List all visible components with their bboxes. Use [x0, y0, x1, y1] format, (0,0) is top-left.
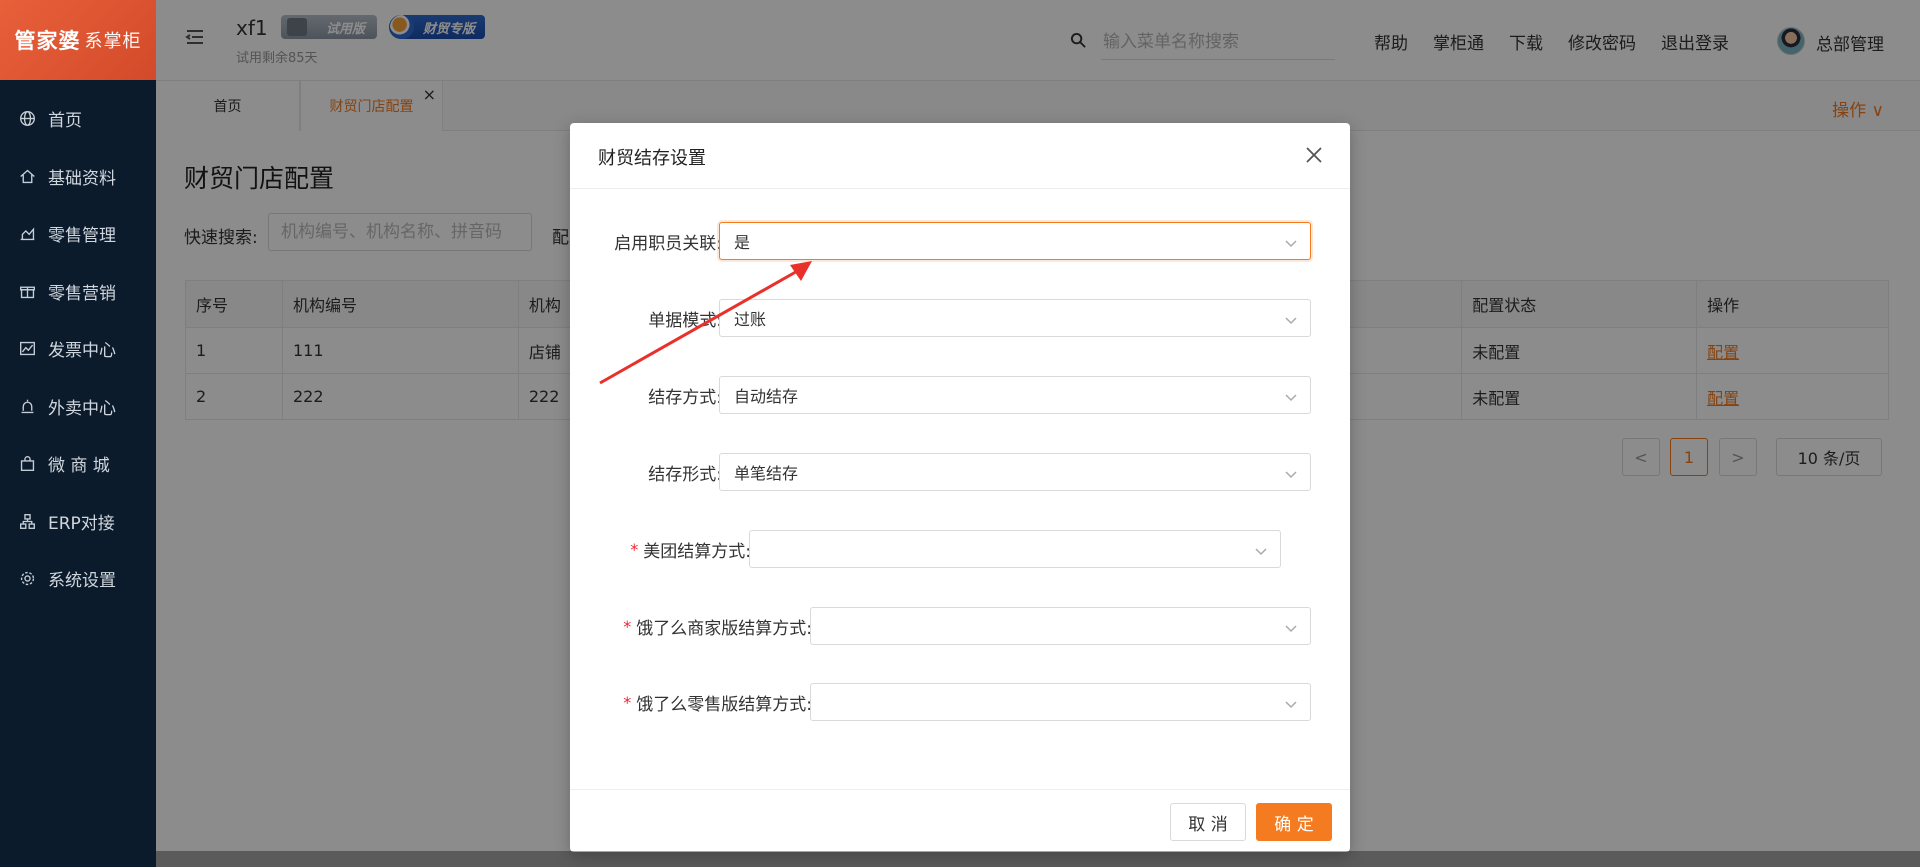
meituan-settlement-select[interactable]: [749, 530, 1281, 568]
chevron-down-icon: [1284, 620, 1298, 634]
sidebar-item-label: 微 商 城: [48, 456, 110, 477]
select-value: 单笔结存: [734, 464, 799, 483]
brand-logo[interactable]: 管家婆 系掌柜: [0, 0, 156, 80]
bag-icon: [18, 455, 36, 473]
sidebar-item-label: 基础资料: [48, 168, 116, 189]
field-label-text: 美团结算方式:: [643, 541, 751, 562]
sitemap-icon: [18, 512, 36, 530]
chevron-down-icon: [1284, 696, 1298, 710]
dialog-header: 财贸结存设置: [570, 123, 1350, 189]
settle-method-select[interactable]: 自动结存: [719, 376, 1311, 414]
sidebar-item-label: ERP对接: [48, 513, 115, 534]
eleme-merchant-settlement-select[interactable]: [810, 607, 1311, 645]
confirm-button[interactable]: 确 定: [1256, 803, 1332, 841]
form-row-meituan-settlement: * 美团结算方式:: [570, 530, 1350, 568]
chevron-down-icon: [1284, 312, 1298, 326]
logo-main-text: 管家婆: [14, 28, 81, 53]
dialog-title: 财贸结存设置: [598, 148, 706, 169]
field-label: * 饿了么零售版结算方式:: [590, 683, 812, 721]
select-value: 是: [734, 233, 751, 252]
chevron-down-icon: [1284, 389, 1298, 403]
sidebar-item-retail-management[interactable]: 零售管理: [0, 205, 156, 263]
sidebar-item-label: 零售营销: [48, 283, 116, 304]
settle-form-select[interactable]: 单笔结存: [719, 453, 1311, 491]
close-icon[interactable]: [1300, 141, 1328, 169]
sidebar-item-home[interactable]: 首页: [0, 90, 156, 148]
cancel-button[interactable]: 取 消: [1170, 803, 1246, 841]
sidebar-item-label: 零售管理: [48, 226, 116, 247]
field-label: * 美团结算方式:: [590, 530, 751, 568]
settlement-settings-dialog: 财贸结存设置 启用职员关联: 是 单据模式: 过账 结存方式: 自动结存 结存形…: [570, 123, 1350, 852]
form-row-staff-link: 启用职员关联: 是: [570, 222, 1350, 260]
field-label: 启用职员关联:: [614, 233, 722, 254]
form-row-eleme-merchant-settlement: * 饿了么商家版结算方式:: [570, 607, 1350, 645]
gift-icon: [18, 282, 36, 300]
sidebar-item-system-settings[interactable]: 系统设置: [0, 550, 156, 608]
select-value: 自动结存: [734, 387, 799, 406]
field-label: 单据模式:: [648, 310, 722, 331]
sidebar-item-label: 发票中心: [48, 341, 116, 362]
sidebar-item-label: 外卖中心: [48, 398, 116, 419]
sidebar-menu: 首页 基础资料 零售管理 零售营销 发票中心 外卖中心 微 商 城 ERP对接: [0, 90, 156, 608]
chevron-down-icon: [1284, 235, 1298, 249]
chevron-down-icon: [1254, 543, 1268, 557]
sidebar-item-erp[interactable]: ERP对接: [0, 493, 156, 551]
form-row-settle-form: 结存形式: 单笔结存: [570, 453, 1350, 491]
field-label-text: 饿了么商家版结算方式:: [636, 618, 812, 639]
home-icon: [18, 167, 36, 185]
form-row-eleme-retail-settlement: * 饿了么零售版结算方式:: [570, 683, 1350, 721]
globe-icon: [18, 110, 36, 128]
required-mark: *: [623, 616, 632, 636]
gear-icon: [18, 570, 36, 588]
form-row-settle-method: 结存方式: 自动结存: [570, 376, 1350, 414]
field-label-text: 饿了么零售版结算方式:: [636, 694, 812, 715]
required-mark: *: [630, 539, 639, 559]
bottom-strip: [156, 851, 1920, 867]
eleme-retail-settlement-select[interactable]: [810, 683, 1311, 721]
form-row-document-mode: 单据模式: 过账: [570, 299, 1350, 337]
sidebar: 管家婆 系掌柜 首页 基础资料 零售管理 零售营销 发票中心 外卖中心 微 商 …: [0, 0, 156, 867]
field-label: 结存方式:: [648, 387, 722, 408]
staff-link-select[interactable]: 是: [719, 222, 1311, 260]
bar-chart-icon: [18, 225, 36, 243]
sidebar-item-delivery-center[interactable]: 外卖中心: [0, 378, 156, 436]
chevron-down-icon: [1284, 466, 1298, 480]
document-mode-select[interactable]: 过账: [719, 299, 1311, 337]
logo-sub-text: 系掌柜: [84, 31, 142, 52]
sidebar-item-micro-mall[interactable]: 微 商 城: [0, 435, 156, 493]
field-label: * 饿了么商家版结算方式:: [590, 607, 812, 645]
select-value: 过账: [734, 310, 767, 329]
sidebar-item-label: 首页: [48, 111, 82, 132]
alarm-icon: [18, 397, 36, 415]
field-label: 结存形式:: [648, 464, 722, 485]
sidebar-item-basic-data[interactable]: 基础资料: [0, 148, 156, 206]
dialog-footer: 取 消 确 定: [570, 789, 1350, 852]
sidebar-item-retail-marketing[interactable]: 零售营销: [0, 263, 156, 321]
sidebar-item-invoice-center[interactable]: 发票中心: [0, 320, 156, 378]
line-chart-icon: [18, 340, 36, 358]
required-mark: *: [623, 692, 632, 712]
sidebar-item-label: 系统设置: [48, 571, 116, 592]
